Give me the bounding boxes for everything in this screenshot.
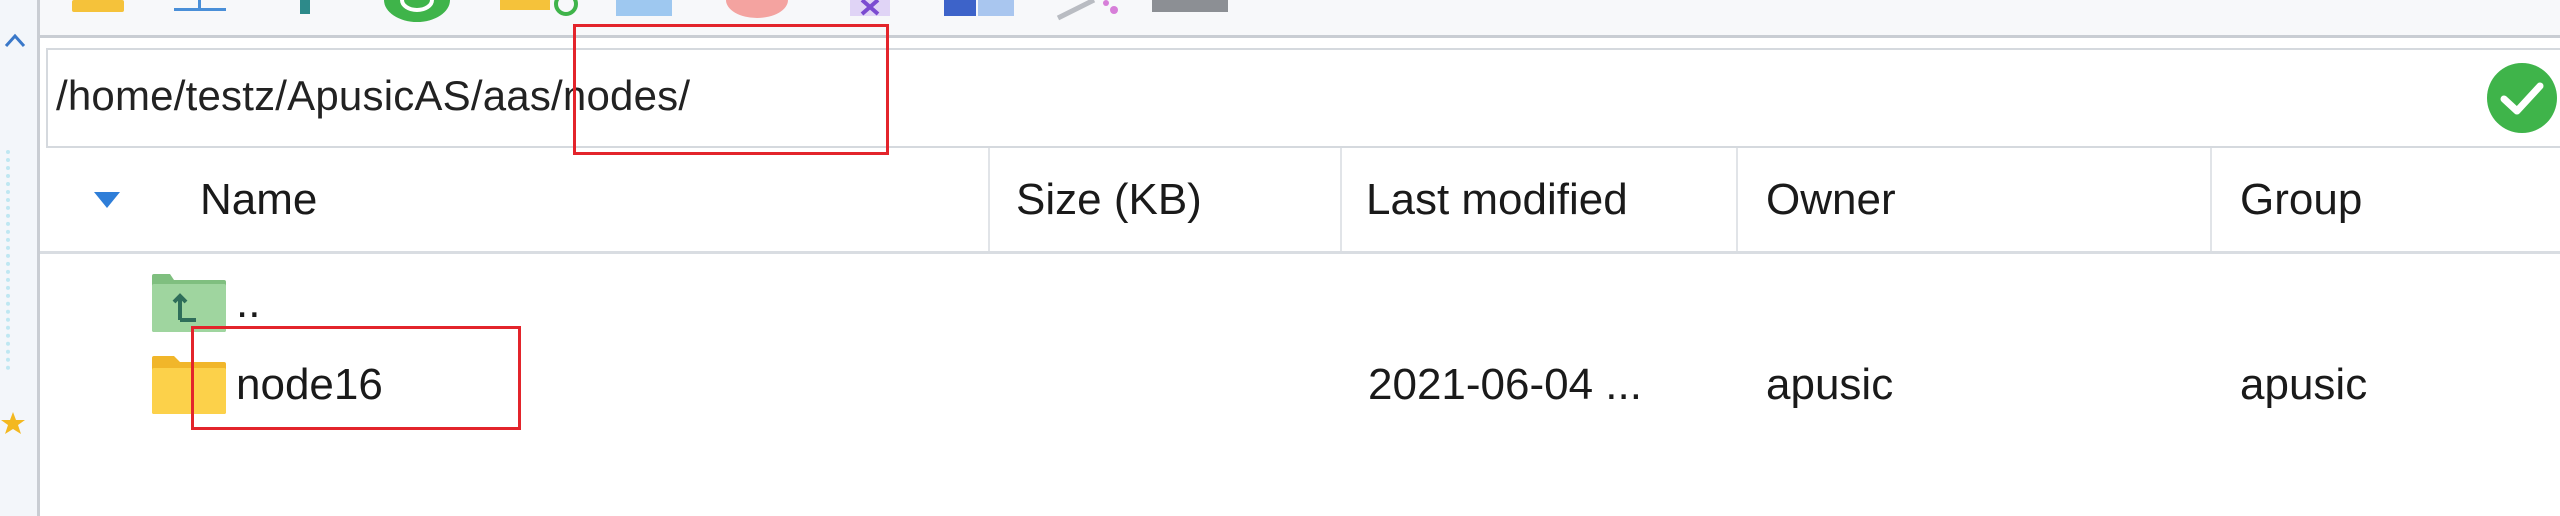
column-header-last-modified[interactable]: Last modified xyxy=(1366,148,1628,251)
annotation-highlight-node16 xyxy=(191,326,521,430)
magic-wand-icon[interactable] xyxy=(1054,0,1134,22)
file-table-header: Name Size (KB) Last modified Owner Group xyxy=(40,148,2560,254)
split-view-icon[interactable] xyxy=(944,0,1014,22)
pin-icon[interactable] xyxy=(290,0,320,22)
gray-bar-icon[interactable] xyxy=(1152,0,1228,22)
file-last-modified: 2021-06-04 ... xyxy=(1368,360,1642,409)
column-header-group[interactable]: Group xyxy=(2240,148,2362,251)
file-owner: apusic xyxy=(1766,360,1894,409)
toolbar xyxy=(40,0,2560,38)
folder-sync-icon[interactable] xyxy=(500,0,580,22)
column-header-owner[interactable]: Owner xyxy=(1766,148,1896,251)
folder-icon[interactable] xyxy=(68,0,128,22)
blue-square-icon[interactable] xyxy=(616,0,672,22)
parent-folder-icon xyxy=(152,274,226,332)
column-divider[interactable] xyxy=(1340,148,1342,251)
red-circle-icon[interactable] xyxy=(722,0,792,22)
column-header-name[interactable]: Name xyxy=(200,148,317,251)
text-edit-icon[interactable] xyxy=(840,0,900,22)
star-icon[interactable] xyxy=(0,410,26,436)
path-bar[interactable]: /home/testz/ApusicAS/aas/nodes/ xyxy=(46,48,2560,148)
chevron-up-icon[interactable] xyxy=(2,28,28,54)
refresh-icon[interactable] xyxy=(382,0,452,22)
upload-icon[interactable] xyxy=(170,0,230,22)
left-panel-strip xyxy=(0,0,40,516)
column-divider[interactable] xyxy=(2210,148,2212,251)
column-header-size[interactable]: Size (KB) xyxy=(1016,148,1202,251)
file-group: apusic xyxy=(2240,360,2368,409)
dotted-divider xyxy=(6,150,28,370)
check-circle-icon[interactable] xyxy=(2484,60,2560,136)
sort-down-triangle-icon[interactable] xyxy=(92,188,122,212)
column-divider[interactable] xyxy=(988,148,990,251)
annotation-highlight-path xyxy=(573,24,889,155)
column-divider[interactable] xyxy=(1736,148,1738,251)
